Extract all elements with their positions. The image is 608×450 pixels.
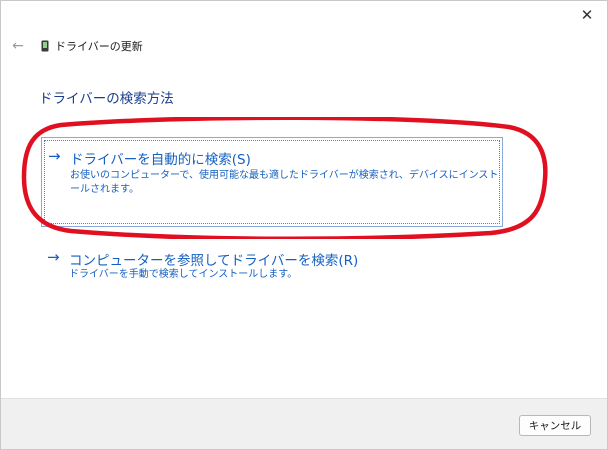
browse-computer-description: ドライバーを手動で検索してインストールします。 (69, 269, 298, 280)
search-automatically-option[interactable]: → ドライバーを自動的に検索(S) お使いのコンピューターで、使用可能な最も適し… (41, 137, 503, 227)
cancel-button[interactable]: キャンセル (519, 415, 591, 436)
update-driver-window: ✕ ← ドライバーの更新 ドライバーの検索方法 → ドライバーを自動的に検索(S… (0, 0, 608, 450)
close-icon[interactable]: ✕ (577, 5, 597, 25)
back-arrow-icon[interactable]: ← (9, 37, 27, 55)
window-header: ← ドライバーの更新 (9, 37, 143, 55)
arrow-right-icon: → (48, 147, 61, 165)
dialog-footer: キャンセル (1, 398, 607, 449)
window-title: ドライバーの更新 (55, 40, 143, 53)
search-automatically-description: お使いのコンピューターで、使用可能な最も適したドライバーが検索され、デバイスにイ… (70, 170, 499, 195)
page-title: ドライバーの検索方法 (39, 91, 174, 107)
device-icon (41, 40, 49, 52)
arrow-right-icon: → (47, 248, 60, 266)
search-automatically-label: ドライバーを自動的に検索(S) (70, 152, 251, 168)
browse-computer-option[interactable]: → コンピューターを参照してドライバーを検索(R) ドライバーを手動で検索してイ… (41, 245, 503, 289)
browse-computer-label: コンピューターを参照してドライバーを検索(R) (69, 253, 359, 269)
